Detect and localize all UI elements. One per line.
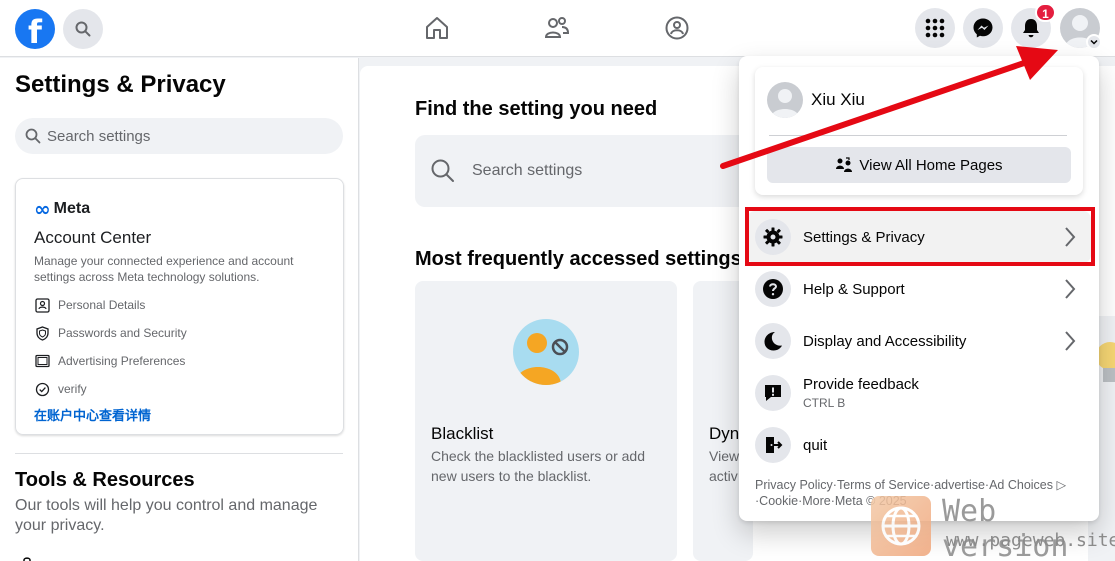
sidebar-item-partial[interactable] [20,552,34,561]
settings-sidebar: Settings & Privacy Search settings ∞ Met… [0,58,359,561]
notification-badge: 1 [1035,3,1056,22]
tools-resources-description: Our tools will help you control and mana… [15,497,318,534]
menu-item-shortcut: CTRL B [803,396,846,410]
profile-card: Xiu Xiu View All Home Pages [755,67,1083,195]
main-search-placeholder: Search settings [472,162,583,179]
messenger-button[interactable] [963,8,1003,48]
account-item-advertising[interactable]: Advertising Preferences [34,353,325,369]
account-item-label: Advertising Preferences [58,354,186,368]
account-item-label: Personal Details [58,298,146,312]
messenger-icon [973,18,993,38]
search-icon [75,21,91,37]
card-description-line: activ [709,468,738,484]
card-description-line: View [709,448,740,464]
monitor-icon [34,353,50,369]
top-navigation-bar: f 1 [0,0,1115,57]
search-icon [431,159,454,182]
shield-icon [34,325,50,341]
menu-item-quit[interactable]: quit [747,419,1091,471]
watermark: Web version www.pageweb.site [860,492,1115,561]
card-description: View activ [709,446,739,486]
avatar [767,82,803,118]
groups-tab[interactable] [662,13,692,43]
account-menu-chevron[interactable] [1086,34,1102,50]
card-title: Dyn [709,424,740,443]
sidebar-title: Settings & Privacy [15,71,226,98]
chevron-down-icon [1090,39,1098,45]
menu-item-display-accessibility[interactable]: Display and Accessibility [747,315,1091,367]
menu-button[interactable] [915,8,955,48]
menu-item-label: Help & Support [803,280,905,298]
account-item-label: verify [58,382,87,396]
sidebar-search-input[interactable]: Search settings [15,118,343,154]
moon-icon [755,323,791,359]
account-item-passwords-security[interactable]: Passwords and Security [34,325,325,341]
blacklist-card[interactable]: Blacklist Check the blacklisted users or… [415,281,677,561]
account-item-verify[interactable]: verify [34,381,325,397]
feedback-text-group: Provide feedback CTRL B [791,376,919,410]
avatar-icon [771,89,799,118]
sidebar-divider [15,453,343,454]
watermark-url: www.pageweb.site [946,530,1115,551]
account-center-description: Manage your connected experience and acc… [34,254,294,284]
lock-icon [23,557,31,561]
footer-links-line[interactable]: Privacy Policy·Terms of Service·advertis… [755,477,1085,493]
frequent-settings-title: Most frequently accessed settings [415,248,742,270]
meta-logo: ∞ Meta [34,197,325,221]
view-all-pages-button[interactable]: View All Home Pages [767,147,1071,183]
menu-item-help-support[interactable]: Help & Support [747,263,1091,315]
sidebar-search-placeholder: Search settings [47,127,151,145]
account-dropdown-menu: Xiu Xiu View All Home Pages Settings & P… [739,56,1099,521]
profile-link[interactable]: Xiu Xiu [767,82,865,118]
menu-item-label: Provide feedback [803,376,919,393]
meta-brand: Meta [53,200,91,217]
blocked-user-illustration [513,319,579,385]
account-center-title: Account Center [34,228,152,247]
chevron-right-icon [1063,329,1077,358]
account-item-personal-details[interactable]: Personal Details [34,297,325,313]
search-icon [25,128,41,144]
chevron-right-icon [1063,277,1077,306]
card-description: Check the blacklisted users or add new u… [431,448,645,484]
people-switch-icon [835,157,853,173]
home-tab[interactable] [422,13,452,43]
menu-item-label: Display and Accessibility [803,332,967,350]
friends-icon [544,17,570,38]
globe-icon [871,496,931,556]
tools-resources-title: Tools & Resources [15,469,195,491]
search-button[interactable] [63,9,103,49]
meta-infinity-icon: ∞ [34,197,51,221]
menu-item-label: quit [803,436,828,454]
find-setting-title: Find the setting you need [415,98,658,120]
account-center-card[interactable]: ∞ Meta Account Center Manage your connec… [15,178,344,435]
view-all-label: View All Home Pages [859,156,1003,174]
highlight-annotation-box [745,207,1095,266]
card-title: Blacklist [431,424,494,443]
grid-menu-icon [925,18,945,38]
groups-icon [665,16,689,40]
facebook-logo[interactable]: f [15,9,55,49]
friends-tab[interactable] [542,13,572,43]
account-center-link[interactable]: 在账户中心查看详情 [34,405,325,424]
profile-name: Xiu Xiu [811,90,865,109]
home-icon [426,17,448,39]
logout-icon [755,427,791,463]
menu-item-provide-feedback[interactable]: Provide feedback CTRL B [747,367,1091,419]
bell-icon [1023,19,1039,38]
check-circle-icon [34,381,50,397]
id-card-icon [34,297,50,313]
account-item-label: Passwords and Security [58,326,187,340]
feedback-icon [755,375,791,411]
profile-divider [769,135,1067,136]
ad-choices-icon: ▷ [1056,478,1067,492]
help-icon [755,271,791,307]
